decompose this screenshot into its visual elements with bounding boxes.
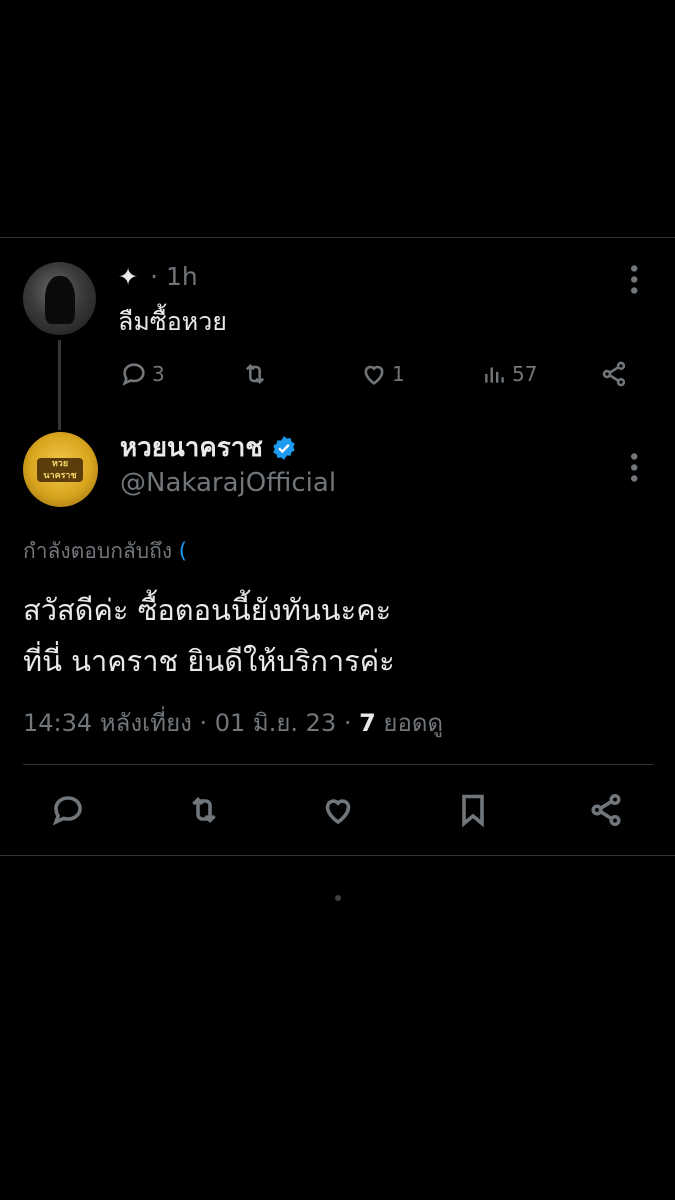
like-icon — [325, 799, 351, 825]
replying-to: กำลังตอบกลับถึง ( — [23, 535, 187, 568]
thread-line — [58, 340, 61, 430]
tweet-line: ที่นี่ นาคราช ยินดีให้บริการค่ะ — [23, 644, 395, 678]
reply-time: · 1h — [150, 262, 198, 291]
like-icon — [364, 365, 384, 385]
main-retweet-button[interactable] — [185, 792, 223, 832]
share-icon — [602, 361, 626, 387]
views-icon — [485, 367, 504, 383]
like-button[interactable]: 1 — [360, 360, 405, 388]
bookmark-icon — [462, 794, 484, 828]
main-share-button[interactable] — [588, 792, 624, 832]
tweet-meta: 14:34 หลังเที่ยง · 01 มิ.ย. 23 · 7 ยอดดู — [23, 703, 443, 742]
retweet-icon — [245, 364, 265, 384]
reply-count: 3 — [152, 362, 165, 386]
avatar-logo-text: หวย นาคราช — [37, 458, 83, 482]
reply-icon — [122, 363, 145, 386]
reply-author-avatar[interactable] — [23, 262, 96, 335]
tweet-line: สวัสดีค่ะ ซื้อตอนนี้ยังทันนะคะ — [23, 593, 392, 627]
tweet-views-label: ยอดดู — [375, 709, 444, 737]
main-author-avatar[interactable]: หวย นาคราช — [23, 432, 98, 507]
tweet-views-count: 7 — [359, 709, 376, 737]
main-tweet-text: สวัสดีค่ะ ซื้อตอนนี้ยังทันนะคะ ที่นี่ นา… — [23, 585, 643, 687]
retweet-icon — [192, 796, 216, 824]
retweet-button[interactable] — [240, 360, 270, 388]
like-count: 1 — [392, 362, 405, 386]
reply-author-row[interactable]: ✦ · 1h — [118, 262, 198, 291]
tweet-timestamp[interactable]: 14:34 หลังเที่ยง · 01 มิ.ย. 23 · — [23, 709, 359, 737]
reply-button[interactable]: 3 — [120, 360, 165, 388]
main-author-handle[interactable]: @NakarajOfficial — [120, 468, 336, 498]
sparkle-icon: ✦ — [118, 262, 139, 291]
views-button[interactable]: 57 — [482, 360, 537, 388]
top-divider — [0, 237, 675, 238]
share-icon — [591, 793, 621, 827]
bottom-divider — [0, 855, 675, 856]
main-author-name-row[interactable]: หวยนาคราช — [120, 427, 297, 468]
replying-to-user[interactable]: ( — [179, 539, 187, 563]
main-reply-button[interactable] — [50, 792, 86, 832]
share-button[interactable] — [600, 360, 628, 388]
verified-icon — [273, 435, 295, 460]
divider — [23, 764, 653, 765]
more-icon[interactable]: ••• — [620, 450, 645, 483]
loading-dot — [335, 895, 341, 901]
replying-to-label: กำลังตอบกลับถึง — [23, 539, 173, 563]
reply-tweet-text: ลืมซื้อหวย — [118, 307, 227, 336]
main-bookmark-button[interactable] — [455, 792, 491, 832]
reply-icon — [52, 796, 82, 826]
more-icon[interactable]: ••• — [620, 262, 645, 295]
main-like-button[interactable] — [320, 792, 356, 832]
views-count: 57 — [512, 362, 538, 386]
main-author-name[interactable]: หวยนาคราช — [120, 427, 263, 468]
